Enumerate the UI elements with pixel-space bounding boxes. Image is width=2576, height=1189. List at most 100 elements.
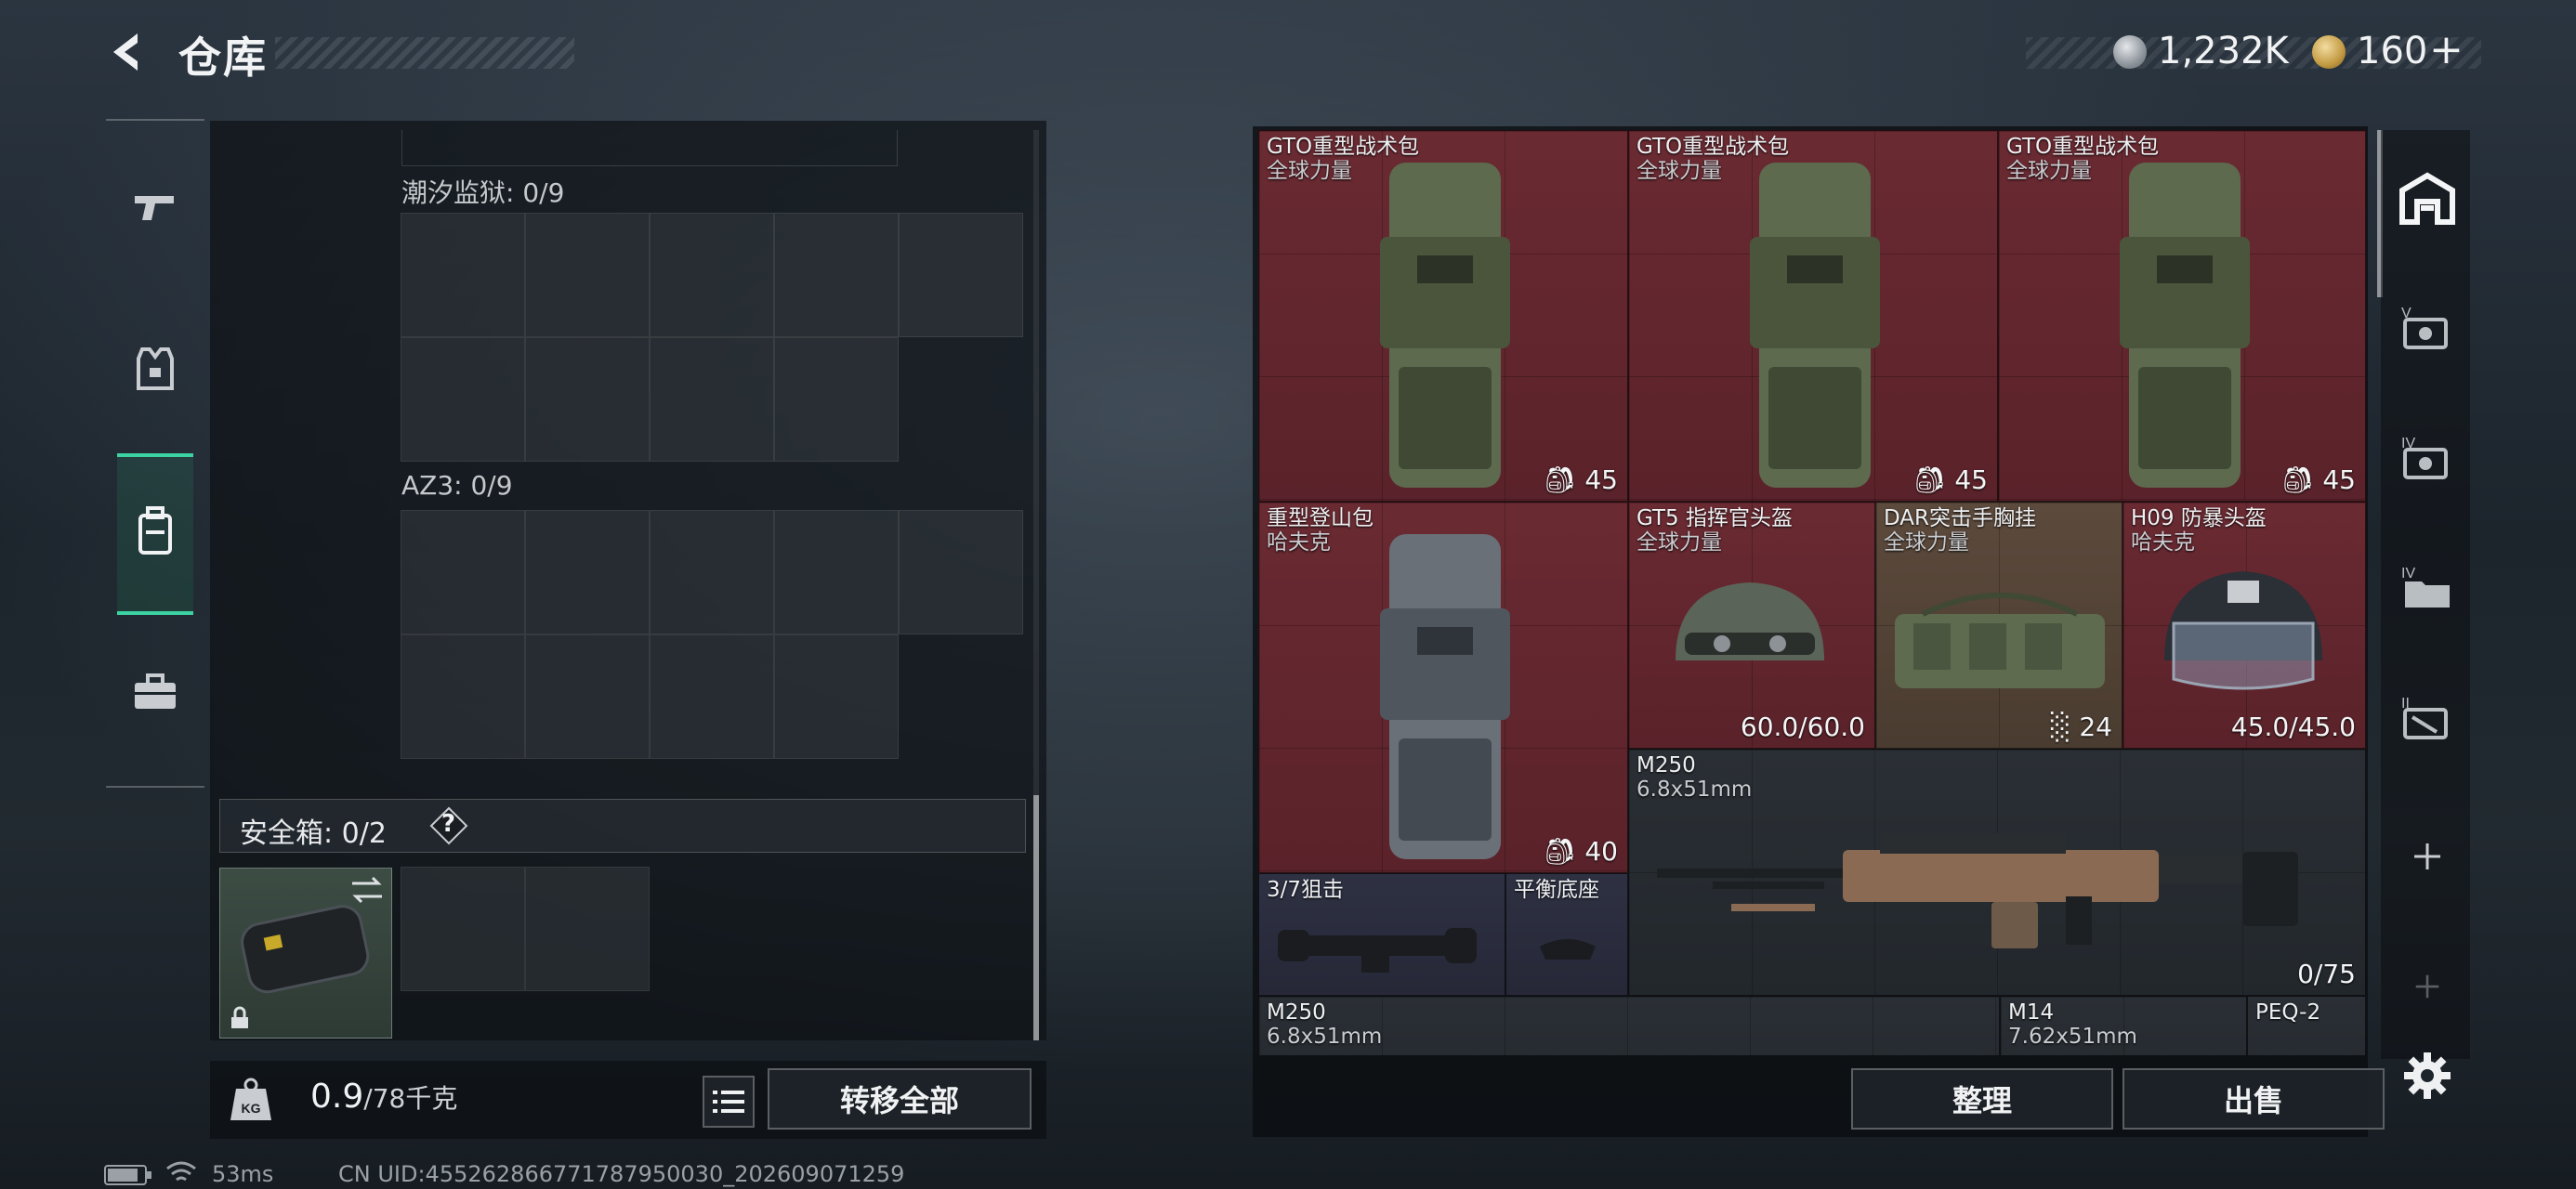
add-icon — [2415, 974, 2439, 999]
carry-weight-value: 0.9 — [310, 1078, 364, 1116]
grid-cell[interactable] — [650, 213, 774, 337]
nav-briefcase-tab[interactable] — [117, 654, 193, 730]
grid-cell[interactable] — [401, 634, 525, 759]
inventory-item[interactable]: PEQ-2 — [2247, 996, 2366, 1055]
grid-cell[interactable] — [899, 213, 1023, 337]
sell-button[interactable]: 出售 — [2123, 1068, 2385, 1130]
grid-cell[interactable] — [774, 510, 899, 634]
toolbar-case-iv[interactable]: IV — [2385, 414, 2470, 500]
grid-cell[interactable] — [525, 510, 650, 634]
grid-cell[interactable] — [401, 867, 525, 991]
previous-container-grid-end — [401, 130, 898, 166]
item-capacity-value: 45 — [2322, 464, 2356, 495]
item-name: 3/7狙击 — [1267, 878, 1345, 902]
settings-button[interactable] — [2385, 1033, 2470, 1118]
nav-backpack-tab[interactable] — [117, 492, 193, 568]
item-name: DAR突击手胸挂 — [1884, 506, 2037, 530]
help-button[interactable]: ? — [429, 806, 468, 845]
inventory-item[interactable]: GT5 指挥官头盔 全球力量 60.0/60.0 — [1628, 502, 1875, 749]
helmet-icon — [1676, 582, 1824, 660]
svg-text:IV: IV — [2401, 566, 2415, 581]
grid-cell[interactable] — [525, 213, 650, 337]
silver-coin-icon — [2113, 35, 2147, 69]
inventory-item[interactable]: M250 6.8x51mm — [1258, 996, 2000, 1055]
gold-currency-amount: 160 — [2357, 30, 2428, 72]
sort-button[interactable]: 整理 — [1851, 1068, 2113, 1130]
weight-icon: KG — [230, 1078, 271, 1120]
grid-cell[interactable] — [401, 510, 525, 634]
safe-box-item[interactable] — [219, 868, 392, 1039]
toolbar-case-v[interactable]: V — [2385, 284, 2470, 370]
container-grid-tidal-prison — [401, 213, 1023, 462]
grid-cell[interactable] — [525, 867, 650, 991]
item-caliber: 6.8x51mm — [1636, 777, 1753, 802]
inventory-item[interactable]: M250 6.8x51mm 0/75 — [1628, 749, 2366, 996]
nav-armor-tab[interactable] — [117, 331, 193, 407]
grid-cell[interactable] — [774, 213, 899, 337]
tier-iv-case-icon: IV — [2401, 436, 2448, 479]
item-capacity: 🎒︎ 40 — [1543, 836, 1618, 867]
grid-cell[interactable] — [650, 337, 774, 462]
toolbar-case-ii[interactable]: II — [2385, 674, 2470, 760]
inventory-item[interactable]: DAR突击手胸挂 全球力量 ░ 24 — [1875, 502, 2123, 749]
item-capacity: 🎒︎ 45 — [1543, 464, 1618, 495]
gold-coin-icon — [2312, 35, 2346, 69]
inventory-item[interactable]: GTO重型战术包 全球力量 🎒︎ 45 — [1258, 130, 1628, 502]
item-capacity: 🎒︎ 45 — [2280, 464, 2356, 495]
chest-rig-icon — [1895, 593, 2105, 688]
toolbar-add-slot[interactable] — [2385, 814, 2470, 899]
container-label-az3: AZ3: 0/9 — [401, 470, 513, 501]
safe-box-grid — [401, 867, 650, 991]
transfer-all-button[interactable]: 转移全部 — [768, 1068, 1032, 1130]
back-arrow-icon[interactable] — [104, 28, 152, 76]
toolbar-folder-iv[interactable]: IV — [2385, 544, 2470, 630]
item-faction: 全球力量 — [1636, 530, 1722, 555]
item-capacity-value: 40 — [1584, 836, 1618, 867]
tier-iv-folder-icon: IV — [2401, 566, 2450, 608]
container-grid-az3 — [401, 510, 1023, 759]
list-view-button[interactable] — [703, 1076, 755, 1128]
player-uid: CN UID:455262866771787950030_20260907125… — [338, 1161, 905, 1187]
grid-cell[interactable] — [650, 510, 774, 634]
carry-weight-max: /78千克 — [363, 1083, 458, 1114]
inventory-item[interactable]: GTO重型战术包 全球力量 🎒︎ 45 — [1628, 130, 1998, 502]
grid-cell[interactable] — [774, 634, 899, 759]
grid-cell[interactable] — [525, 337, 650, 462]
add-currency-button[interactable]: + — [2429, 26, 2464, 73]
page-title: 仓库 — [178, 33, 268, 83]
machine-gun-icon — [1657, 833, 2298, 948]
inventory-item[interactable]: H09 防暴头盔 哈夫克 45.0/45.0 — [2123, 502, 2366, 749]
grid-cell[interactable] — [774, 337, 899, 462]
nav-weapons-tab[interactable] — [117, 169, 193, 245]
item-caliber: 7.62x51mm — [2008, 1025, 2137, 1049]
grid-cell[interactable] — [401, 213, 525, 337]
inventory-item[interactable]: 3/7狙击 — [1258, 873, 1505, 996]
inventory-item[interactable]: 重型登山包 哈夫克 🎒︎ 40 — [1258, 502, 1628, 873]
grid-cell[interactable] — [650, 634, 774, 759]
help-label: ? — [441, 810, 456, 838]
inventory-item[interactable]: 平衡底座 — [1505, 873, 1628, 996]
toolbar-warehouse[interactable] — [2385, 156, 2470, 242]
item-capacity: 🎒︎ 45 — [1912, 464, 1988, 495]
wifi-icon — [166, 1161, 196, 1182]
swap-icon[interactable] — [350, 876, 384, 904]
item-name: M14 — [2008, 1000, 2055, 1025]
secure-case-icon — [241, 905, 370, 994]
storage-scrollbar-thumb[interactable] — [1033, 795, 1039, 1040]
item-name: 平衡底座 — [1514, 878, 1599, 902]
grid-cell[interactable] — [899, 510, 1023, 634]
toolbar-add-slot-disabled — [2385, 944, 2470, 1029]
ping-readout: 53ms — [212, 1161, 274, 1187]
inventory-item[interactable]: M14 7.62x51mm — [2000, 996, 2247, 1055]
inventory-item[interactable]: GTO重型战术包 全球力量 🎒︎ 45 — [1998, 130, 2366, 502]
item-name: H09 防暴头盔 — [2131, 506, 2267, 530]
grid-cell[interactable] — [525, 634, 650, 759]
pistol-icon — [135, 196, 174, 220]
title-decoration — [275, 37, 574, 69]
item-faction: 哈夫克 — [1267, 530, 1331, 555]
tier-ii-case-icon: II — [2401, 696, 2448, 739]
briefcase-icon — [135, 673, 176, 709]
grid-cell[interactable] — [401, 337, 525, 462]
warehouse-icon — [2399, 172, 2455, 225]
heavy-backpack-icon — [1750, 163, 1880, 488]
